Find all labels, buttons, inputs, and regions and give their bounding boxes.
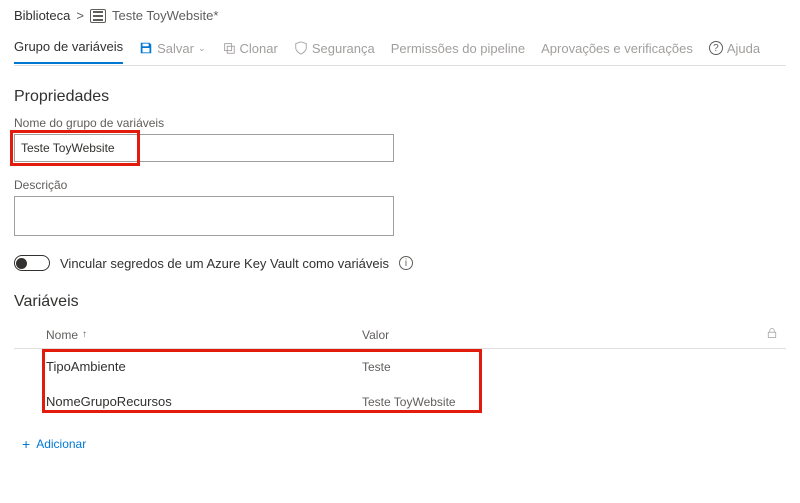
toolbar: Grupo de variáveis Salvar ⌄ Clonar Segur…: [14, 33, 786, 66]
var-value[interactable]: Teste ToyWebsite: [362, 395, 778, 409]
approvals-label: Aprovações e verificações: [541, 41, 693, 56]
security-label: Segurança: [312, 41, 375, 56]
plus-icon: +: [22, 437, 30, 451]
chevron-down-icon: ⌄: [198, 43, 206, 54]
sort-asc-icon: ↑: [82, 329, 87, 340]
clone-label: Clonar: [240, 41, 278, 56]
breadcrumb-root[interactable]: Biblioteca: [14, 8, 70, 23]
variables-header: Nome ↑ Valor: [14, 321, 786, 349]
breadcrumb: Biblioteca > Teste ToyWebsite*: [14, 8, 786, 23]
breadcrumb-current: Teste ToyWebsite*: [112, 8, 218, 23]
pipeline-permissions-button[interactable]: Permissões do pipeline: [391, 41, 525, 56]
help-label: Ajuda: [727, 41, 760, 56]
tab-variable-group[interactable]: Grupo de variáveis: [14, 33, 123, 64]
col-name-label[interactable]: Nome: [46, 328, 78, 342]
name-label: Nome do grupo de variáveis: [14, 116, 786, 130]
save-icon: [139, 41, 153, 55]
pipeline-permissions-label: Permissões do pipeline: [391, 41, 525, 56]
approvals-button[interactable]: Aprovações e verificações: [541, 41, 693, 56]
name-input[interactable]: [14, 134, 394, 162]
add-variable-button[interactable]: + Adicionar: [14, 437, 786, 451]
save-button[interactable]: Salvar ⌄: [139, 41, 205, 56]
clone-icon: [222, 41, 236, 55]
keyvault-toggle-label: Vincular segredos de um Azure Key Vault …: [60, 256, 389, 271]
variables-title: Variáveis: [14, 293, 786, 311]
clone-button[interactable]: Clonar: [222, 41, 278, 56]
help-icon: ?: [709, 41, 723, 55]
shield-icon: [294, 41, 308, 55]
help-button[interactable]: ? Ajuda: [709, 41, 760, 56]
security-button[interactable]: Segurança: [294, 41, 375, 56]
info-icon[interactable]: i: [399, 256, 413, 270]
description-input[interactable]: [14, 196, 394, 236]
table-row[interactable]: NomeGrupoRecursos Teste ToyWebsite: [14, 384, 786, 419]
description-label: Descrição: [14, 178, 786, 192]
variables-rows: TipoAmbiente Teste NomeGrupoRecursos Tes…: [14, 349, 786, 419]
var-name[interactable]: NomeGrupoRecursos: [22, 394, 362, 409]
variable-group-icon: [90, 9, 106, 23]
save-label: Salvar: [157, 41, 194, 56]
table-row[interactable]: TipoAmbiente Teste: [14, 349, 786, 384]
col-value-label[interactable]: Valor: [362, 328, 754, 342]
breadcrumb-separator: >: [76, 8, 84, 23]
keyvault-toggle[interactable]: [14, 255, 50, 271]
var-name[interactable]: TipoAmbiente: [22, 359, 362, 374]
lock-icon: [754, 327, 778, 342]
properties-title: Propriedades: [14, 88, 786, 106]
add-label: Adicionar: [36, 437, 86, 451]
var-value[interactable]: Teste: [362, 360, 778, 374]
